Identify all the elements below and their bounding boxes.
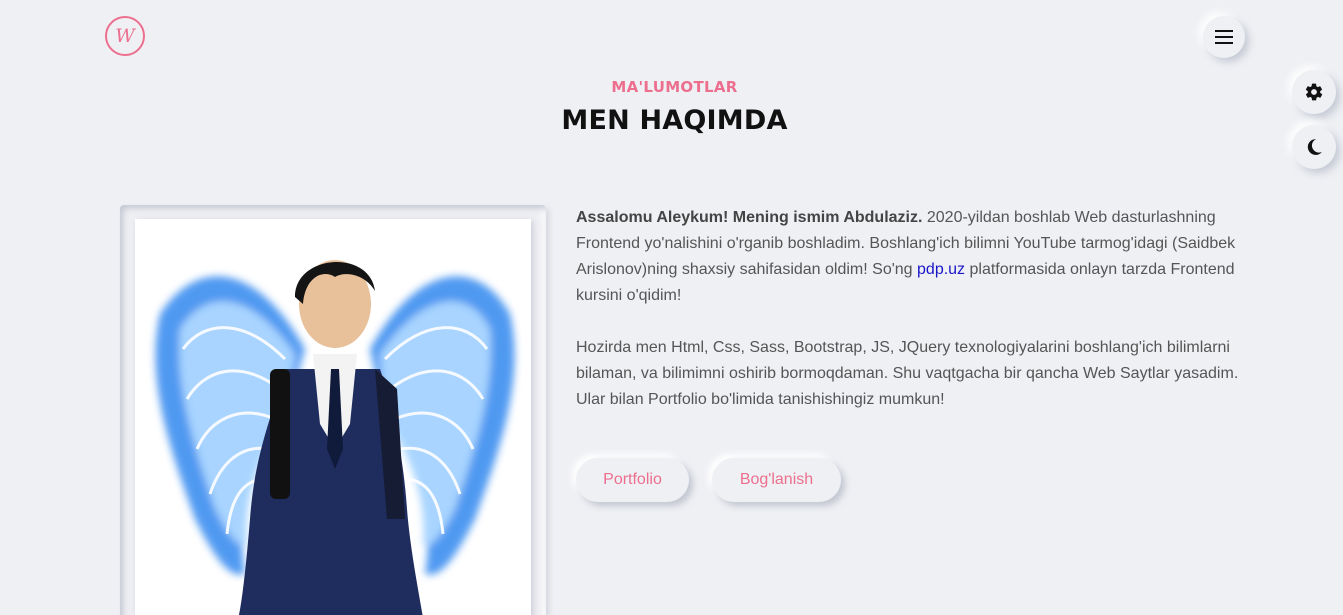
about-paragraph-2: Hozirda men Html, Css, Sass, Bootstrap, …: [576, 339, 1239, 408]
page-title: MEN HAQIMDA: [561, 105, 788, 136]
menu-icon: [1215, 30, 1233, 44]
about-text: Assalomu Aleykum! Mening ismim Abdulaziz…: [576, 205, 1241, 413]
greeting-bold: Assalomu Aleykum! Mening ismim Abdulaziz…: [576, 209, 923, 226]
logo-letter: W: [115, 24, 135, 47]
section-eyebrow: MA'LUMOTLAR: [611, 78, 738, 96]
contact-button[interactable]: Bog'lanish: [712, 458, 841, 502]
moon-icon: [1307, 139, 1322, 155]
logo[interactable]: W: [105, 16, 145, 56]
pdp-link[interactable]: pdp.uz: [917, 261, 965, 278]
portfolio-button[interactable]: Portfolio: [576, 458, 689, 502]
menu-button[interactable]: [1203, 16, 1245, 58]
about-paragraph-1: Assalomu Aleykum! Mening ismim Abdulaziz…: [576, 205, 1241, 309]
profile-illustration: [155, 260, 515, 615]
profile-photo: [135, 219, 531, 615]
